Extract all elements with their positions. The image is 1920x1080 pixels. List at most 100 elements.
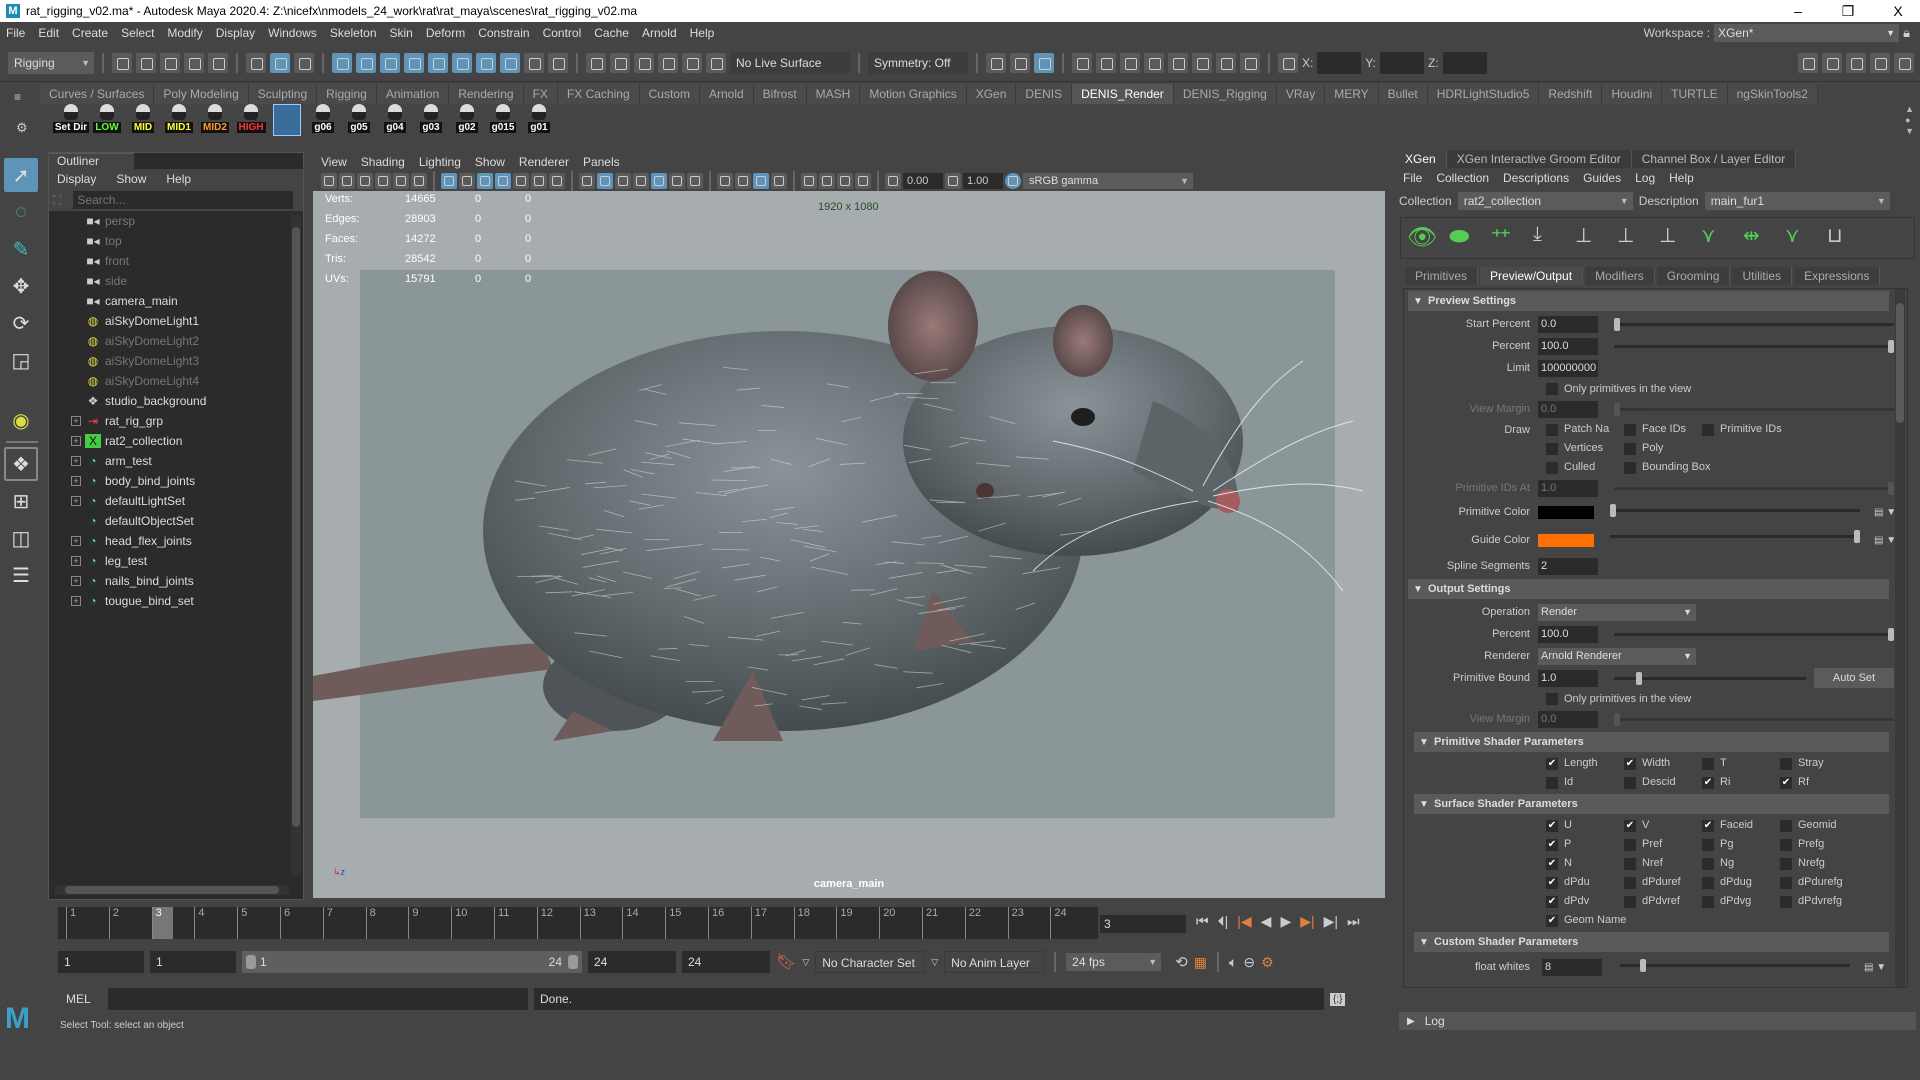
slider-handle[interactable] (1610, 504, 1616, 517)
outliner-item[interactable]: + ◔ defaultLightSet (49, 491, 303, 511)
checked-checkbox[interactable]: ✔ (1546, 819, 1558, 832)
slider-handle[interactable] (1854, 530, 1860, 543)
region-map-icon[interactable]: ⊔ (1827, 223, 1857, 253)
shelf-tab-rendering[interactable]: Rendering (449, 84, 524, 104)
gamma-input[interactable]: 1.00 (963, 173, 1003, 189)
output-percent-input[interactable]: 100.0 (1538, 625, 1598, 643)
render-settings-icon[interactable] (1144, 52, 1164, 73)
close-button[interactable]: X (1876, 0, 1920, 22)
checkbox-dpduref[interactable]: dPduref (1624, 876, 1702, 889)
checked-checkbox[interactable]: ✔ (1546, 857, 1558, 870)
xgen-menu-file[interactable]: File (1403, 171, 1422, 186)
checkbox-dpdvrefg[interactable]: dPdvrefg (1780, 895, 1858, 908)
menu-file[interactable]: File (6, 26, 25, 40)
channel-box-icon[interactable] (1894, 52, 1914, 73)
frame-tick[interactable]: 22 (964, 907, 981, 939)
expand-icon[interactable]: + (71, 436, 81, 446)
menu-edit[interactable]: Edit (38, 26, 59, 40)
shelf-tab-bullet[interactable]: Bullet (1378, 84, 1428, 104)
menu-display[interactable]: Display (216, 26, 255, 40)
unchecked-checkbox[interactable] (1624, 838, 1636, 851)
panel-tab-channel-box-layer-editor[interactable]: Channel Box / Layer Editor (1631, 150, 1797, 168)
anim-layer-dropdown[interactable]: No Anim Layer (944, 951, 1045, 973)
guide-color-slider[interactable] (1610, 530, 1860, 543)
checkbox-v[interactable]: ✔ V (1624, 819, 1702, 832)
checkbox-stray[interactable]: Stray (1780, 757, 1858, 770)
menu-windows[interactable]: Windows (268, 26, 317, 40)
sub-tab-grooming[interactable]: Grooming (1656, 267, 1731, 285)
highlight-selection-icon[interactable] (548, 52, 568, 73)
checked-checkbox[interactable]: ✔ (1702, 819, 1714, 832)
animation-start-input[interactable]: 1 (58, 951, 144, 973)
menu-cache[interactable]: Cache (594, 26, 629, 40)
sound-icon[interactable]: 🔈︎ (1229, 954, 1237, 971)
select-deformer-icon[interactable] (428, 52, 448, 73)
panel-tab-xgen[interactable]: XGen (1395, 150, 1447, 168)
range-start-handle[interactable] (246, 955, 256, 969)
frame-tick[interactable]: 16 (708, 907, 724, 939)
start-percent-input[interactable]: 0.0 (1538, 315, 1598, 333)
select-object-icon[interactable] (270, 52, 290, 73)
outliner-item[interactable]: ◍ aiSkyDomeLight3 (49, 351, 303, 371)
open-scene-icon[interactable] (136, 52, 156, 73)
checked-checkbox[interactable]: ✔ (1546, 895, 1558, 908)
shelf-button-set-dir[interactable]: Set Dir (52, 104, 90, 138)
percent-input[interactable]: 100.0 (1538, 337, 1598, 355)
checkbox-rf[interactable]: ✔ Rf (1780, 776, 1858, 789)
anti-aliasing-icon[interactable] (753, 173, 769, 189)
unchecked-checkbox[interactable] (1780, 857, 1792, 870)
bake-guides-icon[interactable]: ⤓ (1533, 223, 1563, 253)
expand-icon[interactable]: + (71, 496, 81, 506)
outliner-item[interactable]: + ◔ body_bind_joints (49, 471, 303, 491)
shelf-button-g05[interactable]: g05 (343, 104, 375, 138)
checkbox-length[interactable]: ✔ Length (1546, 757, 1624, 770)
unchecked-checkbox[interactable] (1702, 895, 1714, 908)
frame-tick[interactable]: 5 (237, 907, 247, 939)
select-misc-icon[interactable] (500, 52, 520, 73)
exposure-input[interactable]: 0.00 (903, 173, 943, 189)
checked-checkbox[interactable]: ✔ (1624, 819, 1636, 832)
checkbox-t[interactable]: T (1702, 757, 1780, 770)
fps-dropdown[interactable]: 24 fps ▼ (1066, 953, 1162, 971)
select-curve-icon[interactable] (380, 52, 400, 73)
script-language-toggle[interactable]: MEL (58, 992, 102, 1006)
snap-curve-icon[interactable] (610, 52, 630, 73)
checkbox-culled[interactable]: Culled (1546, 461, 1624, 474)
auto-key-icon[interactable]: 🔖︎ (776, 952, 796, 972)
unchecked-checkbox[interactable] (1546, 776, 1558, 789)
frame-tick[interactable]: 12 (536, 907, 553, 939)
menu-create[interactable]: Create (72, 26, 108, 40)
shelf-button-high[interactable]: HIGH (235, 104, 267, 138)
checkbox-dpdvg[interactable]: dPdvg (1702, 895, 1780, 908)
play-forwards-icon[interactable]: ▶ (1280, 913, 1291, 930)
collection-dropdown[interactable]: rat2_collection ▼ (1457, 192, 1633, 210)
shadows-icon[interactable] (687, 173, 703, 189)
frame-tick[interactable]: 14 (622, 907, 639, 939)
expand-icon[interactable]: + (71, 596, 81, 606)
pause-icon[interactable] (1240, 52, 1260, 73)
frame-tick[interactable]: 9 (408, 907, 419, 939)
select-primitives-icon[interactable]: ⋎ (1785, 223, 1815, 253)
undo-icon[interactable] (184, 52, 204, 73)
preview-settings-header[interactable]: ▼ Preview Settings (1408, 291, 1889, 311)
checkbox-ri[interactable]: ✔ Ri (1702, 776, 1780, 789)
frame-tick[interactable]: 7 (322, 907, 333, 939)
guides-as-curves-icon[interactable]: ⋎ (1701, 223, 1731, 253)
shelf-button-g02[interactable]: g02 (451, 104, 483, 138)
modeling-toolkit-icon[interactable] (1798, 52, 1818, 73)
slider-handle[interactable] (1640, 959, 1646, 972)
expand-icon[interactable]: + (71, 576, 81, 586)
slider-handle[interactable] (1614, 403, 1620, 416)
frame-tick[interactable]: 15 (665, 907, 681, 939)
shelf-tab-curves-surfaces[interactable]: Curves / Surfaces (40, 84, 155, 104)
checkbox-nref[interactable]: Nref (1624, 857, 1702, 870)
limit-input[interactable]: 100000000 (1538, 359, 1598, 377)
menu-deform[interactable]: Deform (426, 26, 465, 40)
shelf-tab-animation[interactable]: Animation (376, 84, 450, 104)
wireframe-on-shaded-icon[interactable] (633, 173, 649, 189)
sub-tab-primitives[interactable]: Primitives (1405, 267, 1479, 285)
tool-settings-icon[interactable] (1870, 52, 1890, 73)
checkbox-u[interactable]: ✔ U (1546, 819, 1624, 832)
isolate-select-icon[interactable] (801, 173, 817, 189)
viewport-menu-lighting[interactable]: Lighting (419, 155, 461, 169)
